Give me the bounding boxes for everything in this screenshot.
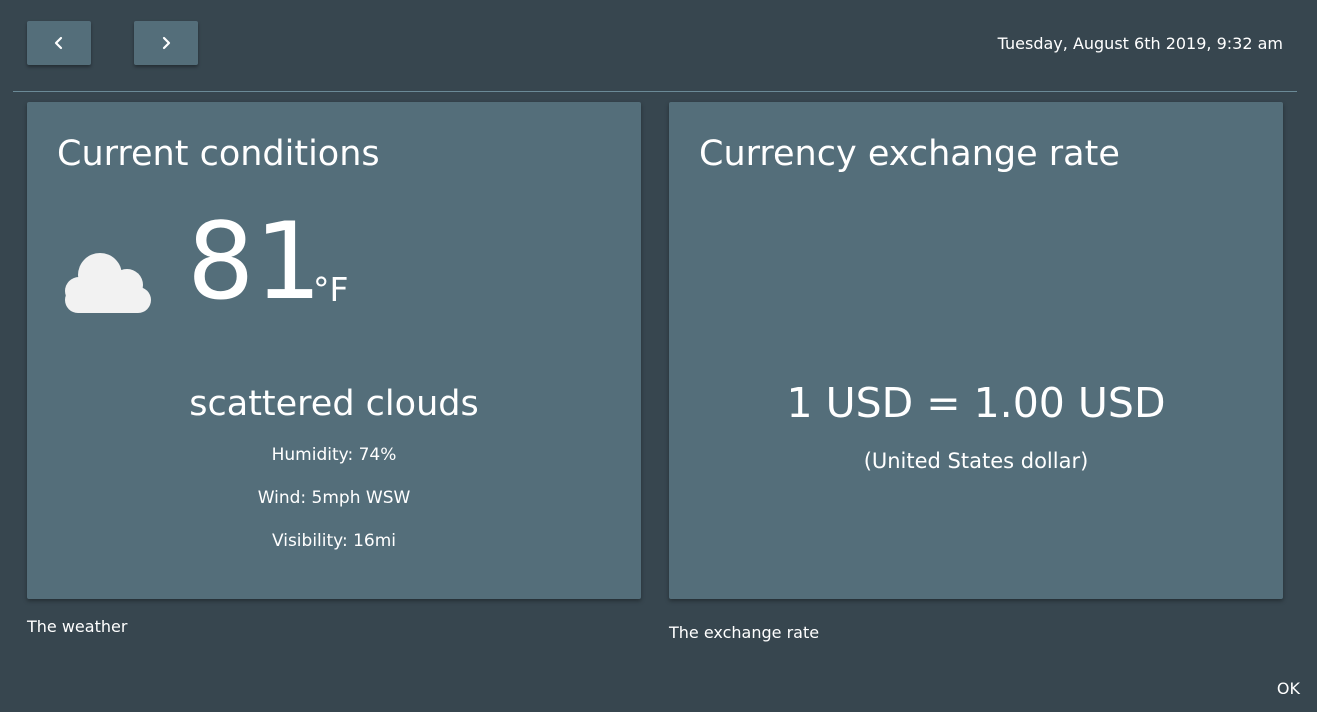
current-datetime: Tuesday, August 6th 2019, 9:32 am (997, 34, 1283, 53)
chevron-left-icon (54, 36, 63, 50)
wind-text: Wind: 5mph WSW (257, 488, 411, 508)
header-divider (13, 91, 1297, 92)
currency-name: (United States dollar) (863, 449, 1089, 473)
weather-caption: The weather (27, 617, 128, 636)
visibility-text: Visibility: 16mi (271, 531, 397, 551)
temperature-value: 81 (187, 200, 322, 323)
exchange-card: Currency exchange rate 1 USD = 1.00 USD … (669, 102, 1283, 599)
weather-card: Current conditions 81 °F scattered cloud… (27, 102, 641, 599)
exchange-rate-value: 1 USD = 1.00 USD (786, 379, 1166, 427)
cloud-icon (65, 253, 151, 313)
chevron-right-icon (162, 36, 171, 50)
exchange-card-title: Currency exchange rate (699, 134, 1120, 174)
weather-condition: scattered clouds (189, 384, 479, 424)
exchange-caption: The exchange rate (669, 623, 820, 642)
previous-button[interactable] (27, 21, 91, 65)
ok-button[interactable]: OK (1277, 679, 1300, 699)
temperature-unit: °F (313, 270, 349, 309)
weather-card-title: Current conditions (57, 134, 380, 174)
next-button[interactable] (134, 21, 198, 65)
humidity-text: Humidity: 74% (271, 445, 397, 465)
